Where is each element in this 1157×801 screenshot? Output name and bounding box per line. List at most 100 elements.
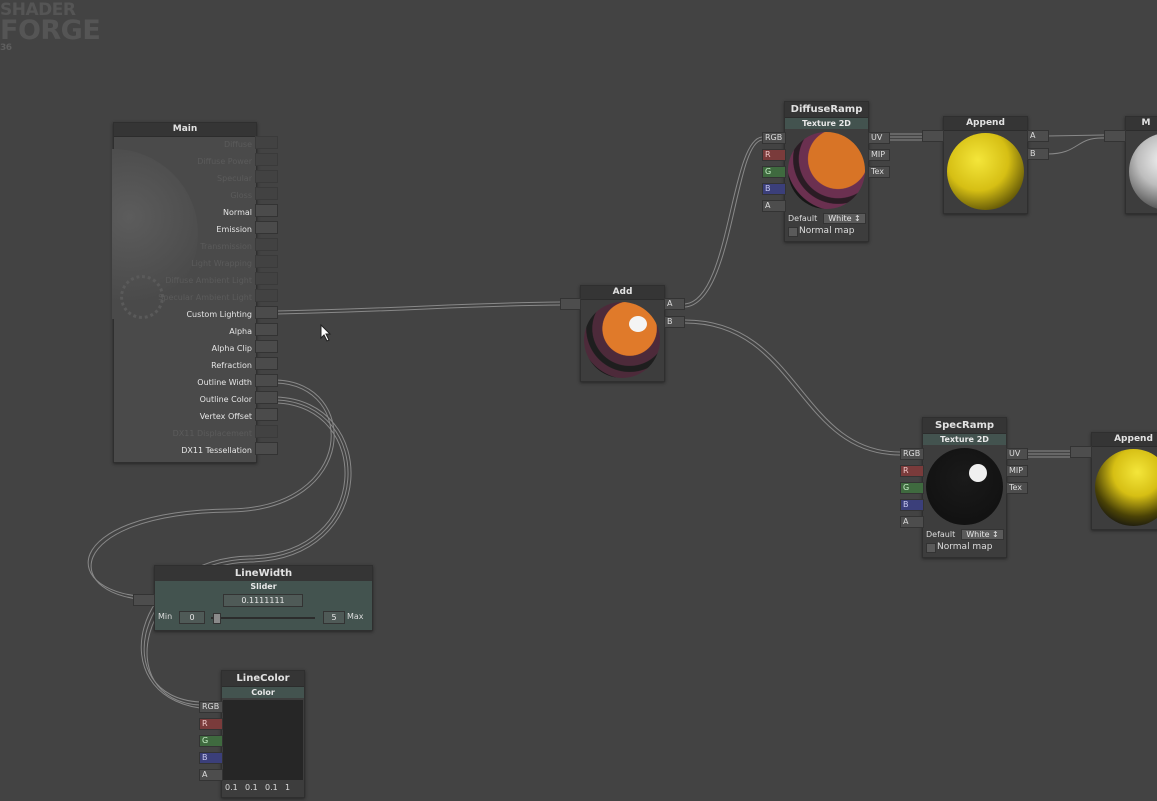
input-diffuse-power: Diffuse Power [197, 157, 252, 166]
input-dx11-displacement: DX11 Displacement [172, 429, 252, 438]
line-width-node[interactable]: LineWidth Slider 0.1111111 Min 0 5 Max [154, 565, 373, 631]
line-color-b-value[interactable]: 0.1 [265, 783, 278, 792]
port-specular-ambient[interactable] [255, 289, 278, 302]
input-specular: Specular [217, 174, 252, 183]
line-color-port-b[interactable]: B [199, 752, 223, 764]
port-outline-width[interactable] [255, 374, 278, 387]
add-input-port[interactable] [560, 298, 581, 310]
diffuse-default-value: White [828, 214, 852, 223]
spec-port-b[interactable]: B [900, 499, 924, 511]
port-alpha-clip[interactable] [255, 340, 278, 353]
line-color-port-a[interactable]: A [199, 769, 223, 781]
line-width-slider-thumb[interactable] [213, 613, 222, 624]
line-width-output-port[interactable] [133, 594, 155, 606]
diffuse-ramp-title: DiffuseRamp [785, 102, 868, 118]
append-1-port-a[interactable]: A [1027, 130, 1049, 142]
add-highlight [629, 316, 647, 332]
partial-input-port[interactable] [1104, 130, 1126, 142]
spec-default-value: White [966, 530, 990, 539]
line-color-subtitle: Color [222, 687, 304, 698]
line-color-a-value[interactable]: 1 [285, 783, 290, 792]
append-node-1[interactable]: Append [943, 116, 1028, 214]
input-normal: Normal [223, 208, 252, 217]
spec-port-rgb[interactable]: RGB [900, 448, 924, 460]
diffuse-port-mip[interactable]: MIP [868, 149, 890, 161]
line-color-port-g[interactable]: G [199, 735, 223, 747]
add-port-b[interactable]: B [664, 316, 685, 328]
append-1-preview-sphere [947, 133, 1024, 210]
port-vertex-offset[interactable] [255, 408, 278, 421]
main-node-title: Main [114, 123, 256, 137]
line-color-g-value[interactable]: 0.1 [245, 783, 258, 792]
port-alpha[interactable] [255, 323, 278, 336]
line-width-max-label: Max [347, 612, 364, 621]
spec-port-tex[interactable]: Tex [1006, 482, 1028, 494]
input-vertex-offset: Vertex Offset [199, 412, 252, 421]
input-alpha: Alpha [229, 327, 252, 336]
diffuse-port-g[interactable]: G [762, 166, 786, 178]
spec-port-mip[interactable]: MIP [1006, 465, 1028, 477]
port-specular[interactable] [255, 170, 278, 183]
append-1-input-port[interactable] [922, 130, 944, 142]
input-outline-color: Outline Color [199, 395, 252, 404]
spec-normal-map-checkbox[interactable] [926, 543, 936, 553]
append-2-title: Append [1092, 433, 1157, 447]
diffuse-ramp-node[interactable]: DiffuseRamp Texture 2D Default White ↕ N… [784, 101, 869, 242]
partial-preview-sphere [1129, 133, 1157, 210]
port-light-wrapping[interactable] [255, 255, 278, 268]
main-node[interactable]: Main Diffuse Diffuse Power Specular Glos… [112, 122, 257, 463]
port-diffuse-power[interactable] [255, 153, 278, 166]
spec-port-r[interactable]: R [900, 465, 924, 477]
port-gloss[interactable] [255, 187, 278, 200]
spec-port-g[interactable]: G [900, 482, 924, 494]
wire-add-b-spec [684, 319, 901, 453]
line-color-r-value[interactable]: 0.1 [225, 783, 238, 792]
line-color-swatch[interactable] [223, 700, 303, 780]
diffuse-default-dropdown[interactable]: White ↕ [823, 213, 866, 224]
port-diffuse[interactable] [255, 136, 278, 149]
input-outline-width: Outline Width [197, 378, 252, 387]
spec-port-uv[interactable]: UV [1006, 448, 1028, 460]
line-width-slider-track[interactable] [211, 617, 315, 619]
port-outline-color[interactable] [255, 391, 278, 404]
line-width-subtitle: Slider [155, 581, 372, 592]
diffuse-ramp-subtitle: Texture 2D [785, 118, 868, 129]
line-color-port-r[interactable]: R [199, 718, 223, 730]
port-custom-lighting[interactable] [255, 306, 278, 319]
line-color-port-rgb[interactable]: RGB [199, 701, 223, 713]
diffuse-port-a[interactable]: A [762, 200, 786, 212]
port-transmission[interactable] [255, 238, 278, 251]
add-node[interactable]: Add [580, 285, 665, 382]
diffuse-port-uv[interactable]: UV [868, 132, 890, 144]
spec-default-dropdown[interactable]: White ↕ [961, 529, 1004, 540]
diffuse-port-rgb[interactable]: RGB [762, 132, 786, 144]
partial-node-right[interactable]: M [1125, 116, 1157, 214]
line-color-node[interactable]: LineColor Color 0.1 0.1 0.1 1 [221, 670, 305, 798]
append-1-port-b[interactable]: B [1027, 148, 1049, 160]
port-refraction[interactable] [255, 357, 278, 370]
port-normal[interactable] [255, 204, 278, 217]
spec-default-label: Default [926, 530, 956, 539]
diffuse-port-b[interactable]: B [762, 183, 786, 195]
input-gloss: Gloss [230, 191, 252, 200]
diffuse-port-r[interactable]: R [762, 149, 786, 161]
diffuse-normal-map-checkbox[interactable] [788, 227, 798, 237]
append-node-2[interactable]: Append [1091, 432, 1157, 530]
append-2-input-port[interactable] [1070, 446, 1092, 458]
port-diffuse-ambient[interactable] [255, 272, 278, 285]
port-emission[interactable] [255, 221, 278, 234]
diffuse-port-tex[interactable]: Tex [868, 166, 890, 178]
add-port-a[interactable]: A [664, 298, 685, 310]
line-width-min-field[interactable]: 0 [179, 611, 205, 624]
input-custom-lighting: Custom Lighting [186, 310, 252, 319]
spec-port-a[interactable]: A [900, 516, 924, 528]
line-width-max-field[interactable]: 5 [323, 611, 345, 624]
add-node-title: Add [581, 286, 664, 300]
port-dx11-tessellation[interactable] [255, 442, 278, 455]
port-dx11-displacement[interactable] [255, 425, 278, 438]
spec-preview-sphere [926, 448, 1003, 525]
spec-ramp-node[interactable]: SpecRamp Texture 2D Default White ↕ Norm… [922, 417, 1007, 558]
diffuse-default-label: Default [788, 214, 818, 223]
input-transmission: Transmission [200, 242, 252, 251]
line-width-value-field[interactable]: 0.1111111 [223, 594, 303, 607]
